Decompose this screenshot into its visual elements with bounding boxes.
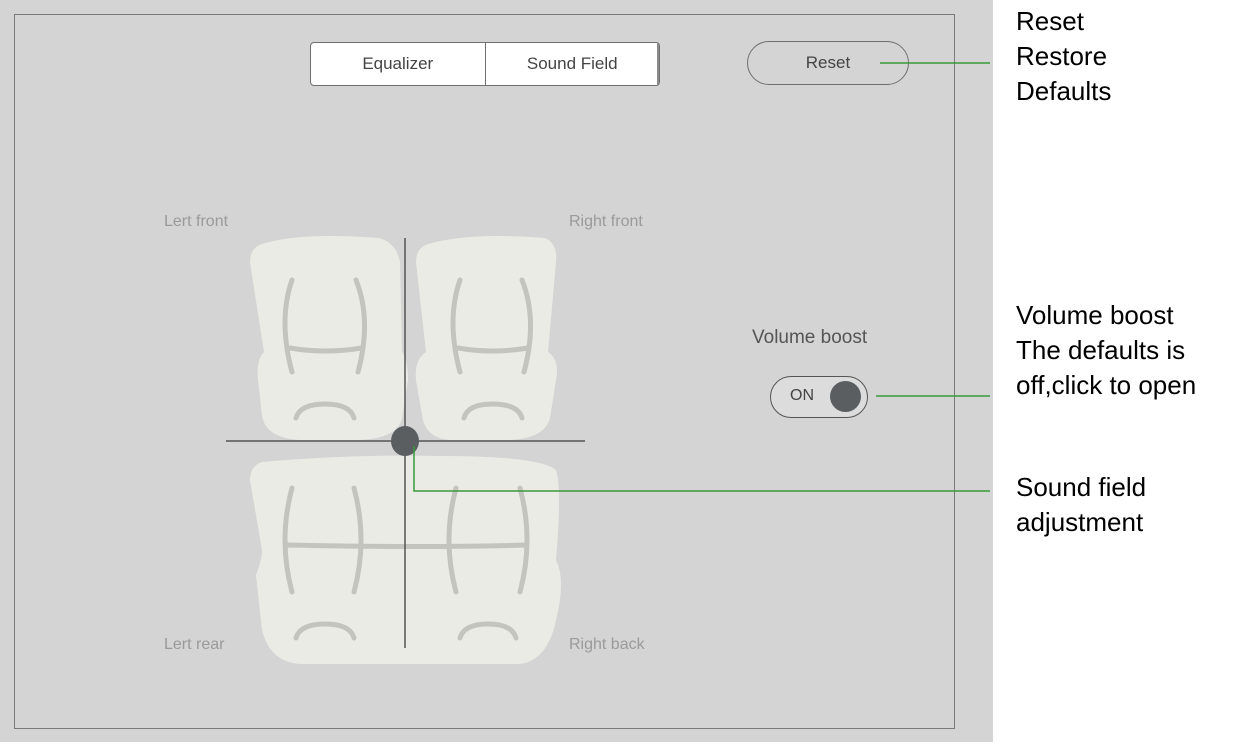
annotation-sound-field: Sound field adjustment: [1016, 472, 1147, 537]
annotation-reset: Reset Restore Defaults: [1016, 6, 1112, 106]
annotation-volume-boost: Volume boost The defaults is off,click t…: [1016, 300, 1197, 400]
